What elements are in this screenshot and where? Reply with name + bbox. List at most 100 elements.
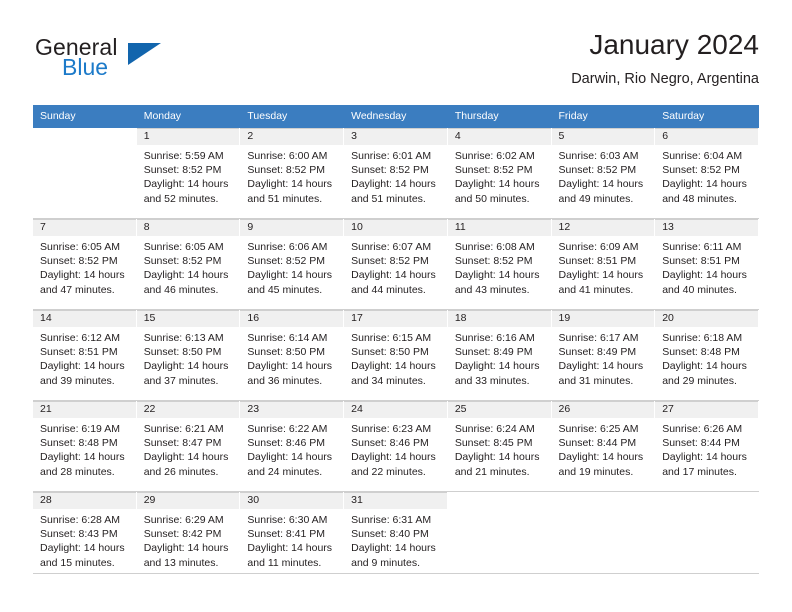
day-detail-daylight2: and 44 minutes. — [351, 283, 426, 296]
day-details: Sunrise: 6:21 AM Sunset: 8:47 PM Daylight:… — [137, 418, 240, 479]
day-number: 18 — [447, 310, 551, 327]
day-detail-sunset: Sunset: 8:46 PM — [351, 437, 429, 450]
calendar-day-cell[interactable]: 28 Sunrise: 6:28 AM Sunset: 8:43 PM Dayligh… — [33, 491, 137, 582]
day-number: 9 — [240, 219, 344, 236]
day-number: 14 — [33, 310, 136, 327]
day-detail-daylight1: Daylight: 14 hours — [351, 451, 436, 464]
day-detail-sunrise: Sunrise: 6:17 AM — [558, 332, 639, 344]
day-detail-sunset: Sunset: 8:49 PM — [454, 346, 533, 359]
day-cell-inner: 26 Sunrise: 6:25 AM Sunset: 8:44 PM Dayligh… — [551, 401, 656, 491]
day-detail-daylight2: and 11 minutes. — [247, 556, 322, 569]
calendar-day-cell[interactable]: 1 Sunrise: 5:59 AM Sunset: 8:52 PM Daylight… — [136, 128, 241, 219]
calendar-day-cell[interactable]: 8 Sunrise: 6:05 AM Sunset: 8:52 PM Daylight… — [136, 218, 241, 310]
day-cell-inner: 18 Sunrise: 6:16 AM Sunset: 8:49 PM Dayligh… — [447, 310, 552, 400]
calendar-day-cell[interactable]: 12 Sunrise: 6:09 AM Sunset: 8:51 PM Dayligh… — [551, 218, 656, 310]
day-details: Sunrise: 6:05 AM Sunset: 8:52 PM Daylight:… — [137, 236, 240, 297]
calendar-day-cell[interactable]: 25 Sunrise: 6:24 AM Sunset: 8:45 PM Dayligh… — [447, 400, 552, 492]
day-details — [33, 145, 136, 149]
day-details — [448, 509, 551, 513]
day-detail-daylight1: Daylight: 14 hours — [351, 269, 436, 282]
day-detail-daylight2: and 51 minutes. — [247, 192, 323, 205]
day-detail-sunrise: Sunrise: 6:13 AM — [143, 332, 224, 344]
day-number: 16 — [240, 310, 344, 327]
calendar-day-cell[interactable]: 23 Sunrise: 6:22 AM Sunset: 8:46 PM Dayligh… — [240, 400, 345, 492]
day-detail-sunrise: Sunrise: 6:31 AM — [351, 514, 432, 526]
day-detail-sunrise: Sunrise: 6:25 AM — [558, 423, 639, 435]
day-detail-daylight2: and 19 minutes. — [558, 465, 634, 478]
calendar-day-cell[interactable]: 29 Sunrise: 6:29 AM Sunset: 8:42 PM Dayligh… — [136, 491, 241, 582]
day-detail-daylight2: and 17 minutes. — [662, 465, 737, 478]
day-detail-daylight2: and 45 minutes. — [247, 283, 323, 296]
day-detail-sunrise: Sunrise: 6:15 AM — [351, 332, 432, 344]
calendar-day-cell[interactable]: 5 Sunrise: 6:03 AM Sunset: 8:52 PM Daylight… — [551, 128, 656, 219]
generalblue-logo[interactable]: General Blue — [33, 34, 253, 90]
calendar-day-cell[interactable]: 14 Sunrise: 6:12 AM Sunset: 8:51 PM Dayligh… — [33, 309, 137, 401]
calendar-day-cell[interactable]: 7 Sunrise: 6:05 AM Sunset: 8:52 PM Daylight… — [33, 218, 137, 310]
day-detail-sunrise: Sunrise: 6:30 AM — [247, 514, 328, 526]
day-cell-inner: 25 Sunrise: 6:24 AM Sunset: 8:45 PM Dayligh… — [447, 401, 552, 491]
calendar-day-cell[interactable]: 26 Sunrise: 6:25 AM Sunset: 8:44 PM Dayligh… — [551, 400, 656, 492]
day-detail-daylight2: and 22 minutes. — [351, 465, 426, 478]
day-details: Sunrise: 6:02 AM Sunset: 8:52 PM Daylight:… — [448, 145, 551, 206]
day-detail-sunset: Sunset: 8:52 PM — [662, 164, 740, 177]
calendar-day-cell[interactable]: 19 Sunrise: 6:17 AM Sunset: 8:49 PM Dayligh… — [551, 309, 656, 401]
day-cell-inner: 12 Sunrise: 6:09 AM Sunset: 8:51 PM Dayligh… — [551, 219, 656, 309]
day-detail-daylight2: and 13 minutes. — [143, 556, 219, 569]
day-detail-daylight2: and 48 minutes. — [662, 192, 737, 205]
calendar-day-cell[interactable]: 2 Sunrise: 6:00 AM Sunset: 8:52 PM Daylight… — [240, 128, 345, 219]
day-cell-inner: 7 Sunrise: 6:05 AM Sunset: 8:52 PM Daylight… — [33, 219, 137, 309]
calendar-day-cell[interactable]: 15 Sunrise: 6:13 AM Sunset: 8:50 PM Dayligh… — [136, 309, 241, 401]
day-cell-inner: 9 Sunrise: 6:06 AM Sunset: 8:52 PM Daylight… — [240, 219, 345, 309]
day-detail-sunset: Sunset: 8:48 PM — [40, 437, 118, 450]
calendar-week-row: 14 Sunrise: 6:12 AM Sunset: 8:51 PM Dayligh… — [33, 309, 759, 401]
calendar-day-cell[interactable]: 4 Sunrise: 6:02 AM Sunset: 8:52 PM Daylight… — [447, 128, 552, 219]
day-number: 27 — [655, 401, 758, 418]
day-detail-daylight1: Daylight: 14 hours — [247, 360, 333, 373]
calendar-day-cell[interactable]: 10 Sunrise: 6:07 AM Sunset: 8:52 PM Dayligh… — [344, 218, 448, 310]
calendar-week-row: 28 Sunrise: 6:28 AM Sunset: 8:43 PM Dayligh… — [33, 491, 759, 582]
calendar-day-cell[interactable]: 31 Sunrise: 6:31 AM Sunset: 8:40 PM Dayligh… — [344, 491, 448, 582]
weekday-header-saturday: Saturday — [655, 105, 759, 128]
day-detail-sunrise: Sunrise: 6:21 AM — [143, 423, 224, 435]
day-detail-daylight1: Daylight: 14 hours — [558, 360, 644, 373]
day-cell-inner: 20 Sunrise: 6:18 AM Sunset: 8:48 PM Dayligh… — [655, 310, 759, 400]
day-details: Sunrise: 6:03 AM Sunset: 8:52 PM Daylight:… — [552, 145, 655, 206]
day-details: Sunrise: 5:59 AM Sunset: 8:52 PM Daylight:… — [137, 145, 240, 206]
day-details: Sunrise: 6:28 AM Sunset: 8:43 PM Daylight:… — [33, 509, 136, 570]
calendar-table: Sunday Monday Tuesday Wednesday Thursday… — [33, 105, 759, 582]
calendar-week-row: 7 Sunrise: 6:05 AM Sunset: 8:52 PM Daylight… — [33, 218, 759, 310]
calendar-day-cell[interactable]: 9 Sunrise: 6:06 AM Sunset: 8:52 PM Daylight… — [240, 218, 345, 310]
calendar-day-cell[interactable]: 17 Sunrise: 6:15 AM Sunset: 8:50 PM Dayligh… — [344, 309, 448, 401]
day-cell-inner: 6 Sunrise: 6:04 AM Sunset: 8:52 PM Daylight… — [655, 128, 759, 218]
day-detail-sunrise: Sunrise: 6:00 AM — [247, 150, 328, 162]
calendar-day-cell[interactable]: 27 Sunrise: 6:26 AM Sunset: 8:44 PM Dayligh… — [655, 400, 759, 492]
day-details: Sunrise: 6:25 AM Sunset: 8:44 PM Daylight:… — [552, 418, 655, 479]
day-details: Sunrise: 6:11 AM Sunset: 8:51 PM Daylight:… — [655, 236, 758, 297]
day-detail-daylight2: and 52 minutes. — [143, 192, 219, 205]
day-details: Sunrise: 6:22 AM Sunset: 8:46 PM Daylight:… — [240, 418, 343, 479]
calendar-day-cell[interactable]: 11 Sunrise: 6:08 AM Sunset: 8:52 PM Dayligh… — [447, 218, 552, 310]
day-number: 17 — [344, 310, 447, 327]
calendar-day-cell[interactable]: 18 Sunrise: 6:16 AM Sunset: 8:49 PM Dayligh… — [447, 309, 552, 401]
calendar-empty-cell — [33, 128, 137, 219]
calendar-day-cell[interactable]: 24 Sunrise: 6:23 AM Sunset: 8:46 PM Dayligh… — [344, 400, 448, 492]
calendar-day-cell[interactable]: 30 Sunrise: 6:30 AM Sunset: 8:41 PM Dayligh… — [240, 491, 345, 582]
calendar-day-cell[interactable]: 6 Sunrise: 6:04 AM Sunset: 8:52 PM Daylight… — [655, 128, 759, 219]
day-cell-inner: 28 Sunrise: 6:28 AM Sunset: 8:43 PM Dayligh… — [33, 492, 137, 582]
day-detail-daylight2: and 47 minutes. — [40, 283, 115, 296]
calendar-day-cell[interactable]: 13 Sunrise: 6:11 AM Sunset: 8:51 PM Dayligh… — [655, 218, 759, 310]
day-number: 2 — [240, 128, 344, 145]
calendar-day-cell[interactable]: 16 Sunrise: 6:14 AM Sunset: 8:50 PM Dayligh… — [240, 309, 345, 401]
calendar-day-cell[interactable]: 3 Sunrise: 6:01 AM Sunset: 8:52 PM Daylight… — [344, 128, 448, 219]
day-detail-sunset: Sunset: 8:52 PM — [351, 255, 429, 268]
calendar-day-cell[interactable]: 22 Sunrise: 6:21 AM Sunset: 8:47 PM Dayligh… — [136, 400, 241, 492]
day-number: 22 — [136, 401, 240, 418]
calendar-day-cell[interactable]: 21 Sunrise: 6:19 AM Sunset: 8:48 PM Dayligh… — [33, 400, 137, 492]
calendar-day-cell[interactable]: 20 Sunrise: 6:18 AM Sunset: 8:48 PM Dayligh… — [655, 309, 759, 401]
day-detail-sunset: Sunset: 8:41 PM — [247, 528, 326, 541]
day-detail-daylight2: and 21 minutes. — [454, 465, 530, 478]
day-detail-sunset: Sunset: 8:52 PM — [454, 255, 533, 268]
day-detail-daylight2: and 40 minutes. — [662, 283, 737, 296]
day-detail-daylight1: Daylight: 14 hours — [351, 360, 436, 373]
day-detail-sunset: Sunset: 8:45 PM — [454, 437, 533, 450]
